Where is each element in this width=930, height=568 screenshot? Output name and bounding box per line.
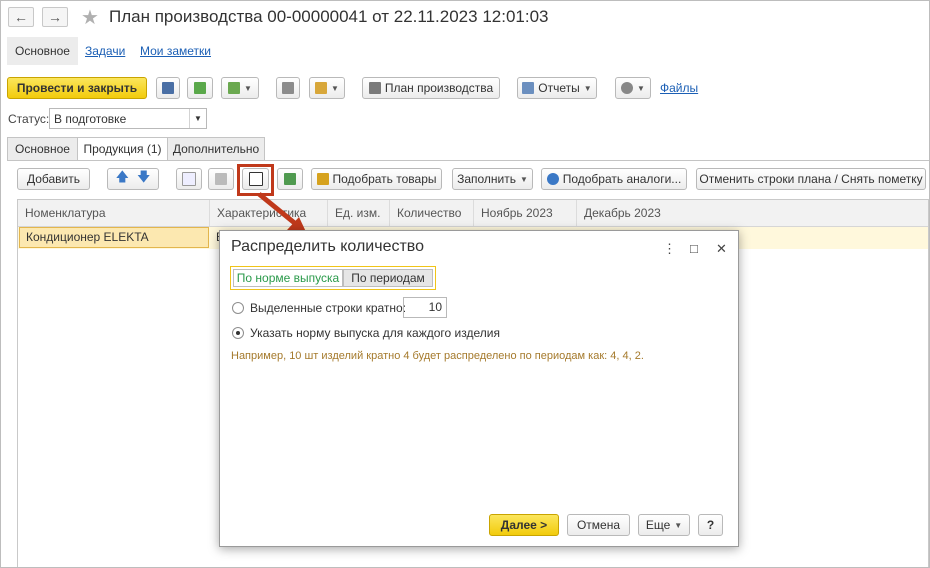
column-header[interactable]: Количество <box>390 200 474 226</box>
post-button[interactable] <box>187 77 213 99</box>
close-icon[interactable]: ✕ <box>716 241 727 257</box>
paste-icon <box>215 173 227 185</box>
paperclip-icon <box>621 82 634 94</box>
chevron-down-icon: ▼ <box>583 83 592 93</box>
create-based-on-button[interactable]: ▼ <box>221 77 259 99</box>
pick-goods-label: Подобрать товары <box>332 172 437 186</box>
paste-row-button[interactable] <box>208 168 234 190</box>
forward-button[interactable]: → <box>42 7 68 27</box>
copy-icon <box>182 172 196 186</box>
arrow-right-icon: → <box>48 9 62 25</box>
copy-row-button[interactable] <box>176 168 202 190</box>
callout-highlight <box>237 164 274 196</box>
nav-main[interactable]: Основное <box>7 37 78 65</box>
chevron-down-icon[interactable]: ▼ <box>189 109 206 128</box>
cart-icon <box>316 173 329 185</box>
help-button[interactable]: ? <box>698 514 723 536</box>
radio-norm[interactable] <box>232 327 244 339</box>
cell-nomenclature[interactable]: Кондиционер ELEKTA <box>19 227 209 248</box>
next-button[interactable]: Далее > <box>489 514 559 536</box>
reports-button[interactable]: Отчеты ▼ <box>517 77 597 99</box>
arrow-up-icon[interactable]: 🡅 <box>116 168 129 190</box>
nav-tasks[interactable]: Задачи <box>85 37 125 65</box>
status-value: В подготовке <box>54 112 127 126</box>
post-document-icon <box>194 82 206 94</box>
pick-goods-button[interactable]: Подобрать товары <box>311 168 442 190</box>
chevron-down-icon: ▼ <box>244 83 252 93</box>
dialog-title: Распределить количество <box>231 238 425 255</box>
add-row-button[interactable]: Добавить <box>17 168 90 190</box>
move-buttons: 🡅 🡇 <box>107 168 159 190</box>
document-icon <box>315 82 328 94</box>
cancel-button[interactable]: Отмена <box>567 514 630 536</box>
column-header[interactable]: Ед. изм. <box>328 200 390 226</box>
structure-button[interactable] <box>276 77 300 99</box>
fill-table-button[interactable] <box>277 168 303 190</box>
plan-print-button[interactable]: План производства <box>362 77 500 99</box>
table-header: Номенклатура Характеристика Ед. изм. Кол… <box>18 200 928 227</box>
column-header[interactable]: Номенклатура <box>18 200 210 226</box>
nav-notes[interactable]: Мои заметки <box>140 37 211 65</box>
status-label: Статус: <box>8 112 50 126</box>
tab-products[interactable]: Продукция (1) <box>77 137 168 161</box>
status-select[interactable]: В подготовке ▼ <box>49 108 207 129</box>
more-button[interactable]: Еще ▼ <box>638 514 690 536</box>
list-icon <box>282 82 294 94</box>
fill-button[interactable]: Заполнить ▼ <box>452 168 533 190</box>
maximize-icon[interactable]: □ <box>690 241 698 256</box>
hint-text: Например, 10 шт изделий кратно 4 будет р… <box>231 350 644 362</box>
post-and-close-button[interactable]: Провести и закрыть <box>7 77 147 99</box>
column-header[interactable]: Ноябрь 2023 <box>474 200 577 226</box>
radio-norm-label: Указать норму выпуска для каждого издели… <box>250 326 500 340</box>
column-header[interactable]: Декабрь 2023 <box>577 200 928 226</box>
plan-print-label: План производства <box>384 81 494 95</box>
chevron-down-icon: ▼ <box>637 83 645 93</box>
tab-additional[interactable]: Дополнительно <box>167 137 265 160</box>
more-label: Еще <box>645 518 671 532</box>
fill-label: Заполнить <box>457 172 516 186</box>
tab-main[interactable]: Основное <box>7 137 78 160</box>
arrow-down-icon[interactable]: 🡇 <box>137 168 150 190</box>
pick-analogs-label: Подобрать аналоги... <box>562 172 682 186</box>
mode-by-norm[interactable]: По норме выпуска <box>233 269 343 287</box>
save-icon <box>162 82 174 94</box>
page-title: План производства 00-00000041 от 22.11.2… <box>109 7 549 26</box>
document-window: ← → ★ План производства 00-00000041 от 2… <box>0 0 930 568</box>
favorite-star-icon[interactable]: ★ <box>81 5 99 30</box>
chevron-down-icon: ▼ <box>520 174 528 184</box>
cancel-plan-rows-button[interactable]: Отменить строки плана / Снять пометку <box>696 168 926 190</box>
tab-divider <box>7 160 929 161</box>
mode-by-periods[interactable]: По периодам <box>343 269 433 287</box>
report-icon <box>522 82 535 94</box>
mode-switch: По норме выпуска По периодам <box>230 266 436 290</box>
back-button[interactable]: ← <box>8 7 34 27</box>
pick-analogs-button[interactable]: Подобрать аналоги... <box>541 168 687 190</box>
analogs-icon <box>546 173 559 185</box>
printer-icon <box>368 82 381 94</box>
arrow-left-icon: ← <box>14 9 28 25</box>
distribute-quantity-dialog: Распределить количество ⋮ □ ✕ По норме в… <box>219 230 739 547</box>
multiple-input[interactable]: 10 <box>403 297 447 318</box>
chevron-down-icon: ▼ <box>331 83 339 93</box>
print-menu-button[interactable]: ▼ <box>309 77 345 99</box>
attach-button[interactable]: ▼ <box>615 77 651 99</box>
create-based-icon <box>228 82 241 94</box>
chevron-down-icon: ▼ <box>674 520 683 530</box>
column-header[interactable]: Характеристика <box>210 200 328 226</box>
more-options-icon[interactable]: ⋮ <box>663 241 676 257</box>
radio-multiple-label: Выделенные строки кратно: <box>250 301 407 315</box>
table-fill-icon <box>284 173 296 185</box>
radio-multiple[interactable] <box>232 302 244 314</box>
reports-label: Отчеты <box>538 81 580 95</box>
files-link[interactable]: Файлы <box>660 81 698 95</box>
save-button[interactable] <box>156 77 180 99</box>
